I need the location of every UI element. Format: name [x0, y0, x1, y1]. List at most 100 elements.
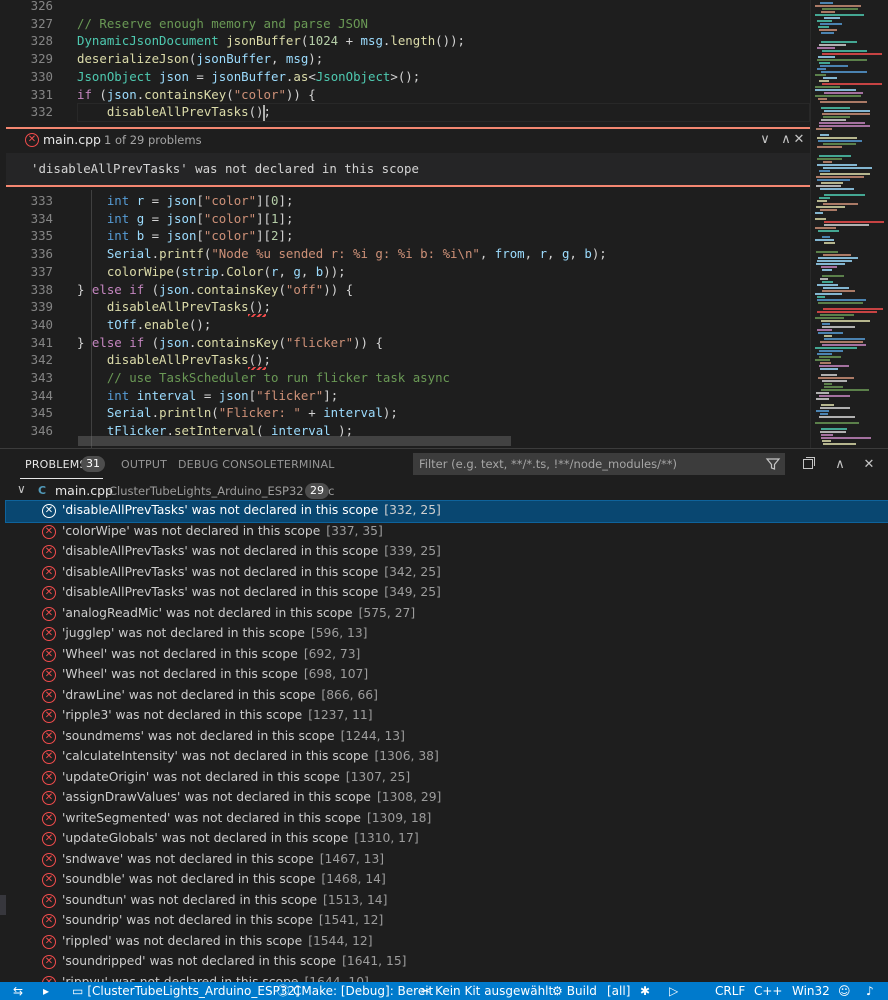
code-line[interactable]: 330 JsonObject json = jsonBuffer.as<JsonO… [0, 68, 810, 86]
code-line[interactable]: 344 int interval = json["flicker"]; [0, 387, 810, 405]
problem-row[interactable]: ✕ 'sndwave' was not declared in this scop… [6, 850, 888, 871]
problem-row[interactable]: ✕ 'Wheel' was not declared in this scope [… [6, 645, 888, 666]
code-token: "color" [203, 228, 257, 244]
status-feedback[interactable]: ☺ [838, 983, 851, 999]
code-line[interactable]: 333 int r = json["color"][0]; [0, 192, 810, 210]
problem-row[interactable]: ✕ 'ripple3' was not declared in this scop… [6, 706, 888, 727]
tab-output[interactable]: OUTPUT [121, 458, 167, 471]
status-platform[interactable]: Win32 [792, 983, 830, 999]
problem-row[interactable]: ✕ 'writeSegmented' was not declared in th… [6, 809, 888, 830]
problem-row[interactable]: ✕ 'updateOrigin' was not declared in this… [6, 768, 888, 789]
minimap-line [821, 41, 857, 43]
code-token: ); [591, 246, 607, 262]
problems-filter[interactable] [413, 453, 785, 475]
status-terminal[interactable]: ▸ [43, 983, 49, 999]
status-kit[interactable]: ✂ Kein Kit ausgewählt. [421, 983, 557, 999]
filter-funnel-icon[interactable] [765, 456, 781, 472]
code-line[interactable]: 332 disableAllPrevTasks(); [0, 103, 810, 121]
tab-problems[interactable]: PROBLEMS [25, 458, 87, 471]
problem-row[interactable]: ✕ 'jugglep' was not declared in this scop… [6, 624, 888, 645]
code-line[interactable]: 341} else if (json.containsKey("flicker"… [0, 334, 810, 352]
tab-terminal[interactable]: TERMINAL [277, 458, 335, 471]
status-lang[interactable]: C++ [754, 983, 783, 999]
code-text: tOff.enable(); [77, 316, 211, 334]
close-icon[interactable]: ✕ [790, 131, 808, 149]
status-folder[interactable]: ▭ [ClusterTubeLights_Arduino_ESP32] [72, 983, 300, 999]
status-label: Win32 [792, 984, 830, 998]
problem-row[interactable]: ✕ 'assignDrawValues' was not declared in … [6, 788, 888, 809]
problem-row[interactable]: ✕ 'Wheel' was not declared in this scope [… [6, 665, 888, 686]
status-label: CRLF [715, 984, 746, 998]
problem-row[interactable]: ✕ 'disableAllPrevTasks' was not declared … [6, 542, 888, 563]
code-line[interactable]: 326 [0, 0, 810, 15]
code-line[interactable]: 345 Serial.println("Flicker: " + interva… [0, 404, 810, 422]
error-squiggle [248, 367, 266, 370]
problem-row[interactable]: ✕ 'soundtun' was not declared in this sco… [6, 891, 888, 912]
code-area[interactable]: 326 327 // Reserve enough memory and parse… [0, 0, 810, 448]
code-line[interactable]: 334 int g = json["color"][1]; [0, 210, 810, 228]
problem-message: 'rippled' was not declared in this scope… [62, 934, 373, 948]
status-bell[interactable]: ♪ [866, 983, 874, 999]
minimap-line [824, 17, 840, 19]
problem-text: 'soundripped' was not declared in this s… [62, 954, 337, 968]
code-token: )) { [285, 86, 316, 102]
status-remote[interactable]: ⇆ [13, 983, 23, 999]
code-line[interactable]: 337 colorWipe(strip.Color(r, g, b)); [0, 263, 810, 281]
problems-tree[interactable]: ∨ C main.cpp ClusterTubeLights_Arduino_E… [0, 481, 888, 983]
code-token: )) { [323, 281, 354, 297]
problem-row[interactable]: ✕ 'rippled' was not declared in this scop… [6, 932, 888, 953]
problem-message: 'calculateIntensity' was not declared in… [62, 749, 439, 763]
code-line[interactable]: 340 tOff.enable(); [0, 316, 810, 334]
code-line[interactable]: 328 DynamicJsonDocument jsonBuffer(1024 +… [0, 32, 810, 50]
code-editor[interactable]: 326 327 // Reserve enough memory and parse… [0, 0, 888, 448]
problem-row[interactable]: ✕ 'calculateIntensity' was not declared i… [6, 747, 888, 768]
error-icon: ✕ [42, 832, 56, 846]
code-token: containsKey [196, 334, 279, 350]
problem-row[interactable]: ✕ 'drawLine' was not declared in this sco… [6, 686, 888, 707]
horizontal-scrollbar[interactable] [78, 436, 511, 446]
minimap-line [823, 143, 856, 145]
problem-row[interactable]: ✕ 'disableAllPrevTasks' was not declared … [5, 500, 888, 523]
code-token: ( [211, 405, 219, 421]
status-debug[interactable]: ✱ [640, 983, 650, 999]
code-line[interactable]: 335 int b = json["color"][2]; [0, 227, 810, 245]
problem-row[interactable]: ✕ 'updateGlobals' was not declared in thi… [6, 829, 888, 850]
problem-row[interactable]: ✕ 'soundrip' was not declared in this sco… [6, 911, 888, 932]
problem-row[interactable]: ✕ 'soundripped' was not declared in this … [6, 952, 888, 973]
next-problem-icon[interactable]: ∨ [756, 131, 774, 149]
code-line[interactable]: 339 disableAllPrevTasks(); [0, 298, 810, 316]
status-target[interactable]: [all] [607, 983, 630, 999]
code-line[interactable]: 331 if (json.containsKey("color")) { [0, 86, 810, 104]
problem-row[interactable]: ✕ 'disableAllPrevTasks' was not declared … [6, 563, 888, 584]
close-panel-icon[interactable]: ✕ [860, 456, 878, 474]
problem-row[interactable]: ✕ 'colorWipe' was not declared in this sc… [6, 522, 888, 543]
status-build[interactable]: ⚙ Build [552, 983, 597, 999]
chevron-down-icon[interactable]: ∨ [17, 482, 26, 496]
problem-row[interactable]: ✕ 'analogReadMic' was not declared in thi… [6, 604, 888, 625]
collapse-all-icon[interactable] [800, 456, 818, 474]
code-token: (); [248, 104, 271, 120]
code-line[interactable]: 342 disableAllPrevTasks(); [0, 351, 810, 369]
minimap-line [815, 227, 836, 229]
code-line[interactable]: 329 deserializeJson(jsonBuffer, msg); [0, 50, 810, 68]
minimap-line [819, 62, 830, 64]
problem-row[interactable]: ✕ 'soundmems' was not declared in this sc… [6, 727, 888, 748]
problem-row[interactable]: ✕ 'soundble' was not declared in this sco… [6, 870, 888, 891]
remote-icon: ⇆ [13, 984, 24, 998]
filter-input[interactable] [414, 454, 754, 474]
code-line[interactable]: 338} else if (json.containsKey("off")) { [0, 281, 810, 299]
status-cmake[interactable]: ⓘ CMake: [Debug]: Bereit [277, 983, 433, 999]
code-line[interactable]: 336 Serial.printf("Node %u sended r: %i … [0, 245, 810, 263]
status-eol[interactable]: CRLF [715, 983, 745, 999]
maximize-panel-icon[interactable]: ∧ [831, 456, 849, 474]
code-line[interactable]: 327 // Reserve enough memory and parse JS… [0, 15, 810, 33]
minimap-line [821, 107, 850, 109]
code-line[interactable]: 343 // use TaskScheduler to run flicker … [0, 369, 810, 387]
problems-file-group[interactable]: ∨ C main.cpp ClusterTubeLights_Arduino_E… [0, 481, 888, 501]
minimap-line [824, 224, 869, 226]
tab-debug-console[interactable]: DEBUG CONSOLE [178, 458, 277, 471]
minimap[interactable] [810, 0, 888, 448]
status-run[interactable]: ▷ [669, 983, 678, 999]
problem-row[interactable]: ✕ 'disableAllPrevTasks' was not declared … [6, 583, 888, 604]
